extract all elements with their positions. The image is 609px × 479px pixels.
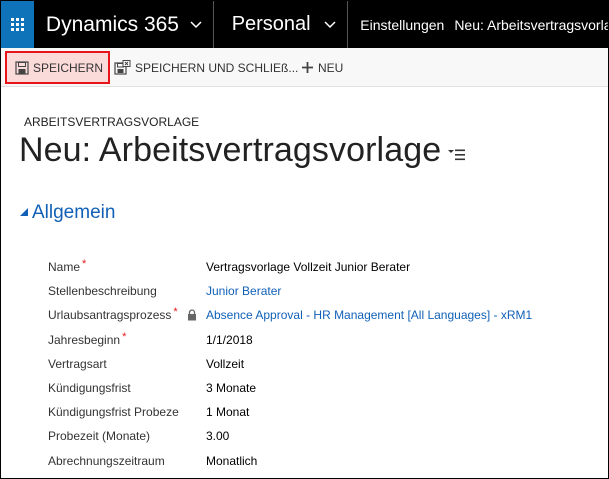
lock-icon bbox=[187, 308, 197, 326]
form-row: Urlaubsantragsprozess * Absence Approval -… bbox=[1, 306, 608, 332]
field-value[interactable]: Vertragsvorlage Vollzeit Junior Berater bbox=[206, 260, 410, 274]
field-label: Kündigungsfrist Probeze bbox=[48, 405, 179, 419]
field-label: Jahresbeginn * bbox=[48, 330, 127, 347]
field-label-text: Kündigungsfrist bbox=[48, 381, 131, 395]
save-close-icon bbox=[114, 60, 131, 75]
section-title[interactable]: Allgemein bbox=[32, 202, 115, 224]
field-label-text: Jahresbeginn bbox=[48, 332, 121, 347]
required-asterisk: * bbox=[82, 258, 87, 270]
required-asterisk: * bbox=[173, 306, 178, 319]
field-value[interactable]: Vollzeit bbox=[206, 357, 244, 371]
save-and-close-button[interactable]: SPEICHERN UND SCHLIEß... bbox=[114, 51, 298, 84]
field-value-link[interactable]: Absence Approval - HR Management [All La… bbox=[206, 308, 532, 322]
area-name[interactable]: Personal bbox=[214, 13, 314, 36]
field-label: Name * bbox=[48, 258, 87, 274]
field-value[interactable]: Monatlich bbox=[206, 454, 257, 468]
top-navigation-bar: Dynamics 365 Personal Einstellungen Neu:… bbox=[1, 1, 608, 48]
field-label-text: Kündigungsfrist Probeze bbox=[48, 405, 179, 420]
chevron-down-icon[interactable] bbox=[179, 18, 213, 32]
required-asterisk: * bbox=[122, 330, 127, 343]
section-collapse-icon[interactable] bbox=[19, 207, 29, 220]
app-name[interactable]: Dynamics 365 bbox=[34, 13, 179, 37]
app-launcher-button[interactable] bbox=[1, 1, 34, 48]
field-label: Abrechnungszeitraum bbox=[48, 454, 165, 468]
entity-type-label: ARBEITSVERTRAGSVORLAGE bbox=[24, 115, 200, 129]
save-and-close-label: SPEICHERN UND SCHLIEß... bbox=[135, 60, 299, 75]
field-label: Urlaubsantragsprozess * bbox=[48, 306, 178, 323]
field-label: Probezeit (Monate) bbox=[48, 429, 150, 443]
form-row: Abrechnungszeitraum Monatlich bbox=[1, 454, 608, 478]
field-label-text: Vertragsart bbox=[48, 356, 107, 371]
form-row: Vertragsart Vollzeit bbox=[1, 357, 608, 381]
nav-breadcrumb[interactable]: Neu: Arbeitsvertragsvorlage bbox=[454, 17, 608, 33]
field-label-text: Name bbox=[48, 260, 81, 274]
field-label-text: Stellenbeschreibung bbox=[48, 284, 157, 299]
field-value-link[interactable]: Junior Berater bbox=[206, 284, 281, 298]
form-row: Name * Vertragsvorlage Vollzeit Junior Ber… bbox=[1, 258, 608, 284]
field-value[interactable]: 3 Monate bbox=[206, 381, 256, 395]
form-row: Kündigungsfrist 3 Monate bbox=[1, 381, 608, 405]
field-label: Stellenbeschreibung bbox=[48, 284, 157, 298]
plus-icon bbox=[301, 61, 314, 74]
new-button-label: NEU bbox=[318, 60, 344, 75]
field-value[interactable]: 1 Monat bbox=[206, 405, 249, 419]
field-label-text: Probezeit (Monate) bbox=[48, 429, 151, 444]
new-button[interactable]: NEU bbox=[301, 51, 351, 84]
form-row: Kündigungsfrist Probeze 1 Monat bbox=[1, 405, 608, 429]
save-button[interactable]: SPEICHERN bbox=[5, 51, 110, 84]
command-bar: SPEICHERN SPEICHERN UND SCHLIEß... NEU bbox=[1, 48, 608, 87]
waffle-icon bbox=[10, 18, 24, 31]
page-title: Neu: Arbeitsvertragsvorlage bbox=[19, 131, 442, 169]
field-label: Kündigungsfrist bbox=[48, 381, 131, 395]
nav-settings-link[interactable]: Einstellungen bbox=[348, 17, 454, 33]
form-row: Probezeit (Monate) 3.00 bbox=[1, 429, 608, 453]
form-selector-menu-icon[interactable] bbox=[447, 147, 467, 163]
field-value[interactable]: 3.00 bbox=[206, 429, 229, 443]
chevron-down-icon[interactable] bbox=[314, 18, 348, 32]
floppy-disk-icon bbox=[15, 60, 29, 75]
field-label-text: Urlaubsantragsprozess bbox=[48, 308, 172, 323]
save-button-label: SPEICHERN bbox=[33, 60, 104, 75]
field-value[interactable]: 1/1/2018 bbox=[206, 333, 253, 347]
form-row: Stellenbeschreibung Junior Berater bbox=[1, 284, 608, 308]
form-row: Jahresbeginn * 1/1/2018 bbox=[1, 330, 608, 357]
field-label: Vertragsart bbox=[48, 357, 107, 371]
app-window: Dynamics 365 Personal Einstellungen Neu:… bbox=[0, 0, 609, 479]
field-label-text: Abrechnungszeitraum bbox=[48, 453, 165, 468]
